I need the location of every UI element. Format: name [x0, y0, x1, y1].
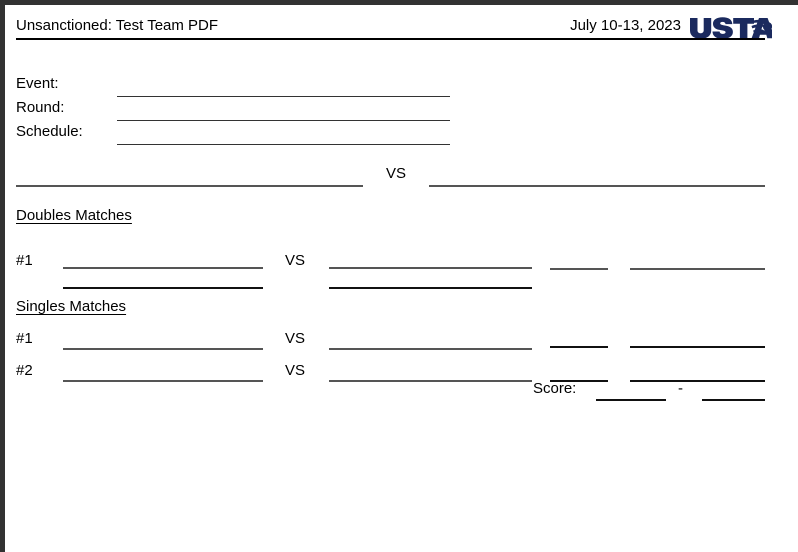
section-heading-singles: Singles Matches [16, 298, 127, 315]
singles-vs-label-2: VS [285, 362, 306, 379]
singles-score-short-input-1[interactable] [550, 346, 608, 348]
doubles-home-player-1b-input[interactable] [63, 287, 263, 289]
doubles-score-short-input-1[interactable] [550, 268, 608, 270]
home-score-input[interactable] [596, 399, 666, 401]
pdf-viewer: Unsanctioned: Test Team PDF July 10-13, … [0, 0, 798, 552]
doubles-vs-label-1: VS [285, 252, 306, 269]
page-title: Unsanctioned: Test Team PDF [16, 17, 219, 34]
teams-matchup-row: VS [16, 165, 765, 189]
doubles-home-player-1a-input[interactable] [63, 267, 263, 269]
singles-score-long-input-1[interactable] [630, 346, 765, 348]
teams-vs-label: VS [386, 165, 407, 182]
field-row-schedule: Schedule: [16, 123, 456, 145]
doubles-away-player-1a-input[interactable] [329, 267, 532, 269]
doubles-match-row-1: #1 VS [16, 252, 765, 289]
field-input-round[interactable] [117, 120, 450, 121]
doubles-match-number-1: #1 [16, 252, 33, 269]
score-label: Score: [533, 380, 577, 397]
singles-match-row-1: #1 VS [16, 330, 765, 354]
field-label-round: Round: [16, 99, 65, 116]
singles-match-number-2: #2 [16, 362, 33, 379]
field-row-event: Event: [16, 75, 456, 97]
field-label-event: Event: [16, 75, 59, 92]
home-team-input[interactable] [16, 185, 363, 187]
singles-home-player-1-input[interactable] [63, 348, 263, 350]
header-divider [16, 38, 765, 40]
singles-match-number-1: #1 [16, 330, 33, 347]
field-row-round: Round: [16, 99, 456, 121]
score-footer-row: Score: - [16, 380, 765, 402]
field-input-schedule[interactable] [117, 144, 450, 145]
score-separator: - [678, 380, 683, 397]
field-input-event[interactable] [117, 96, 450, 97]
section-heading-doubles: Doubles Matches [16, 207, 132, 224]
away-score-input[interactable] [702, 399, 765, 401]
doubles-score-long-input-1[interactable] [630, 268, 765, 270]
event-date: July 10-13, 2023 [570, 17, 681, 34]
away-team-input[interactable] [429, 185, 765, 187]
document-page: Unsanctioned: Test Team PDF July 10-13, … [5, 5, 798, 552]
doubles-away-player-1b-input[interactable] [329, 287, 532, 289]
singles-away-player-1-input[interactable] [329, 348, 532, 350]
singles-vs-label-1: VS [285, 330, 306, 347]
field-label-schedule: Schedule: [16, 123, 83, 140]
